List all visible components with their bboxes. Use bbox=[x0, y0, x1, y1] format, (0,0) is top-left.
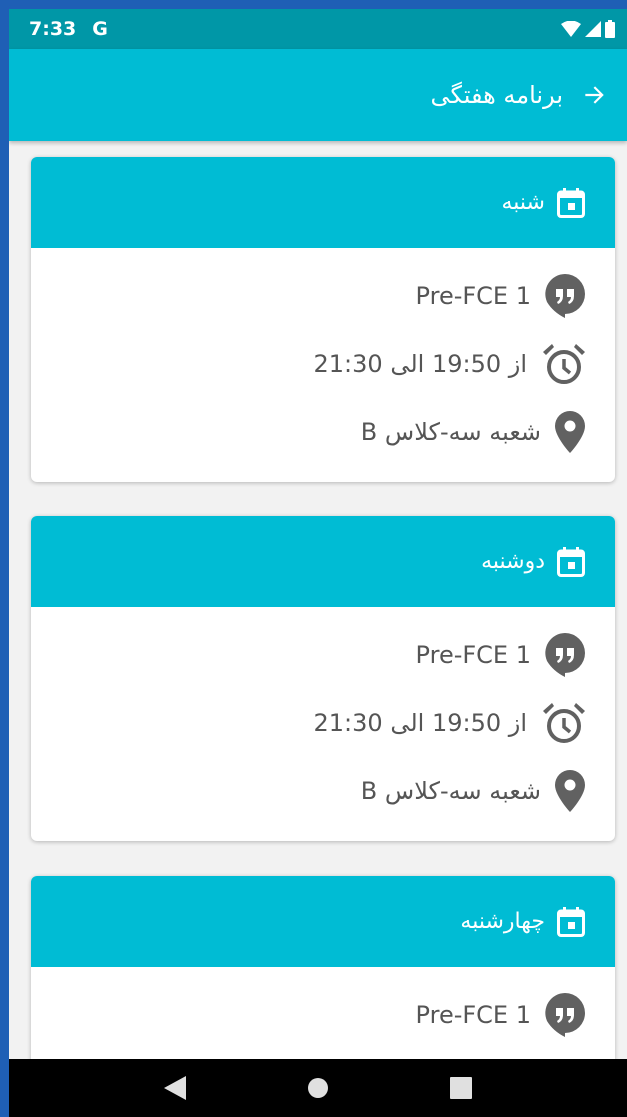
course-name: Pre-FCE 1 bbox=[415, 641, 531, 669]
day-card: شنبه Pre-FCE 1 از 19:50 الی 21:30 شعبه س… bbox=[31, 157, 615, 482]
day-label: چهارشنبه bbox=[460, 909, 545, 934]
status-bar: 7:33 G bbox=[9, 9, 627, 49]
location-row: شعبه سه-کلاس B bbox=[31, 757, 615, 825]
course-row: Pre-FCE 1 bbox=[31, 262, 615, 330]
alarm-clock-icon bbox=[541, 342, 585, 386]
home-nav-button[interactable] bbox=[298, 1068, 338, 1108]
calendar-icon bbox=[557, 546, 585, 577]
quote-bubble-icon bbox=[545, 274, 585, 318]
class-time: از 19:50 الی 21:30 bbox=[313, 350, 527, 378]
alarm-clock-icon bbox=[541, 701, 585, 745]
status-time: 7:33 bbox=[29, 18, 77, 40]
battery-icon bbox=[605, 20, 615, 38]
quote-bubble-icon bbox=[545, 993, 585, 1037]
quote-bubble-icon bbox=[545, 633, 585, 677]
signal-icon bbox=[585, 21, 601, 37]
time-row: از 19:50 الی 21:30 bbox=[31, 689, 615, 757]
course-name: Pre-FCE 1 bbox=[415, 1001, 531, 1029]
course-row: Pre-FCE 1 bbox=[31, 981, 615, 1049]
card-header: چهارشنبه bbox=[31, 876, 615, 967]
class-time: از 19:50 الی 21:30 bbox=[313, 709, 527, 737]
time-row: از 19:50 الی 21:30 bbox=[31, 330, 615, 398]
location-row: شعبه سه-کلاس B bbox=[31, 398, 615, 466]
calendar-icon bbox=[557, 906, 585, 937]
card-header: شنبه bbox=[31, 157, 615, 248]
wifi-icon bbox=[561, 21, 581, 37]
schedule-list[interactable]: شنبه Pre-FCE 1 از 19:50 الی 21:30 شعبه س… bbox=[9, 141, 627, 1059]
back-nav-button[interactable] bbox=[155, 1068, 195, 1108]
day-label: شنبه bbox=[501, 190, 545, 215]
page-title: برنامه هفتگی bbox=[430, 81, 563, 109]
map-pin-icon bbox=[555, 411, 585, 453]
map-pin-icon bbox=[555, 770, 585, 812]
day-card: دوشنبه Pre-FCE 1 از 19:50 الی 21:30 شعبه… bbox=[31, 516, 615, 841]
arrow-right-icon[interactable] bbox=[581, 82, 607, 108]
class-location: شعبه سه-کلاس B bbox=[360, 777, 541, 805]
app-bar: برنامه هفتگی bbox=[9, 49, 627, 141]
day-card: چهارشنبه Pre-FCE 1 bbox=[31, 876, 615, 1059]
course-row: Pre-FCE 1 bbox=[31, 621, 615, 689]
card-header: دوشنبه bbox=[31, 516, 615, 607]
phone-screen: 7:33 G برنامه هفتگی شنبه Pre-FCE 1 از 19… bbox=[9, 9, 627, 1117]
calendar-icon bbox=[557, 187, 585, 218]
class-location: شعبه سه-کلاس B bbox=[360, 418, 541, 446]
system-navigation-bar bbox=[9, 1059, 627, 1117]
course-name: Pre-FCE 1 bbox=[415, 282, 531, 310]
day-label: دوشنبه bbox=[481, 549, 545, 574]
recents-nav-button[interactable] bbox=[441, 1068, 481, 1108]
google-icon: G bbox=[92, 18, 108, 40]
